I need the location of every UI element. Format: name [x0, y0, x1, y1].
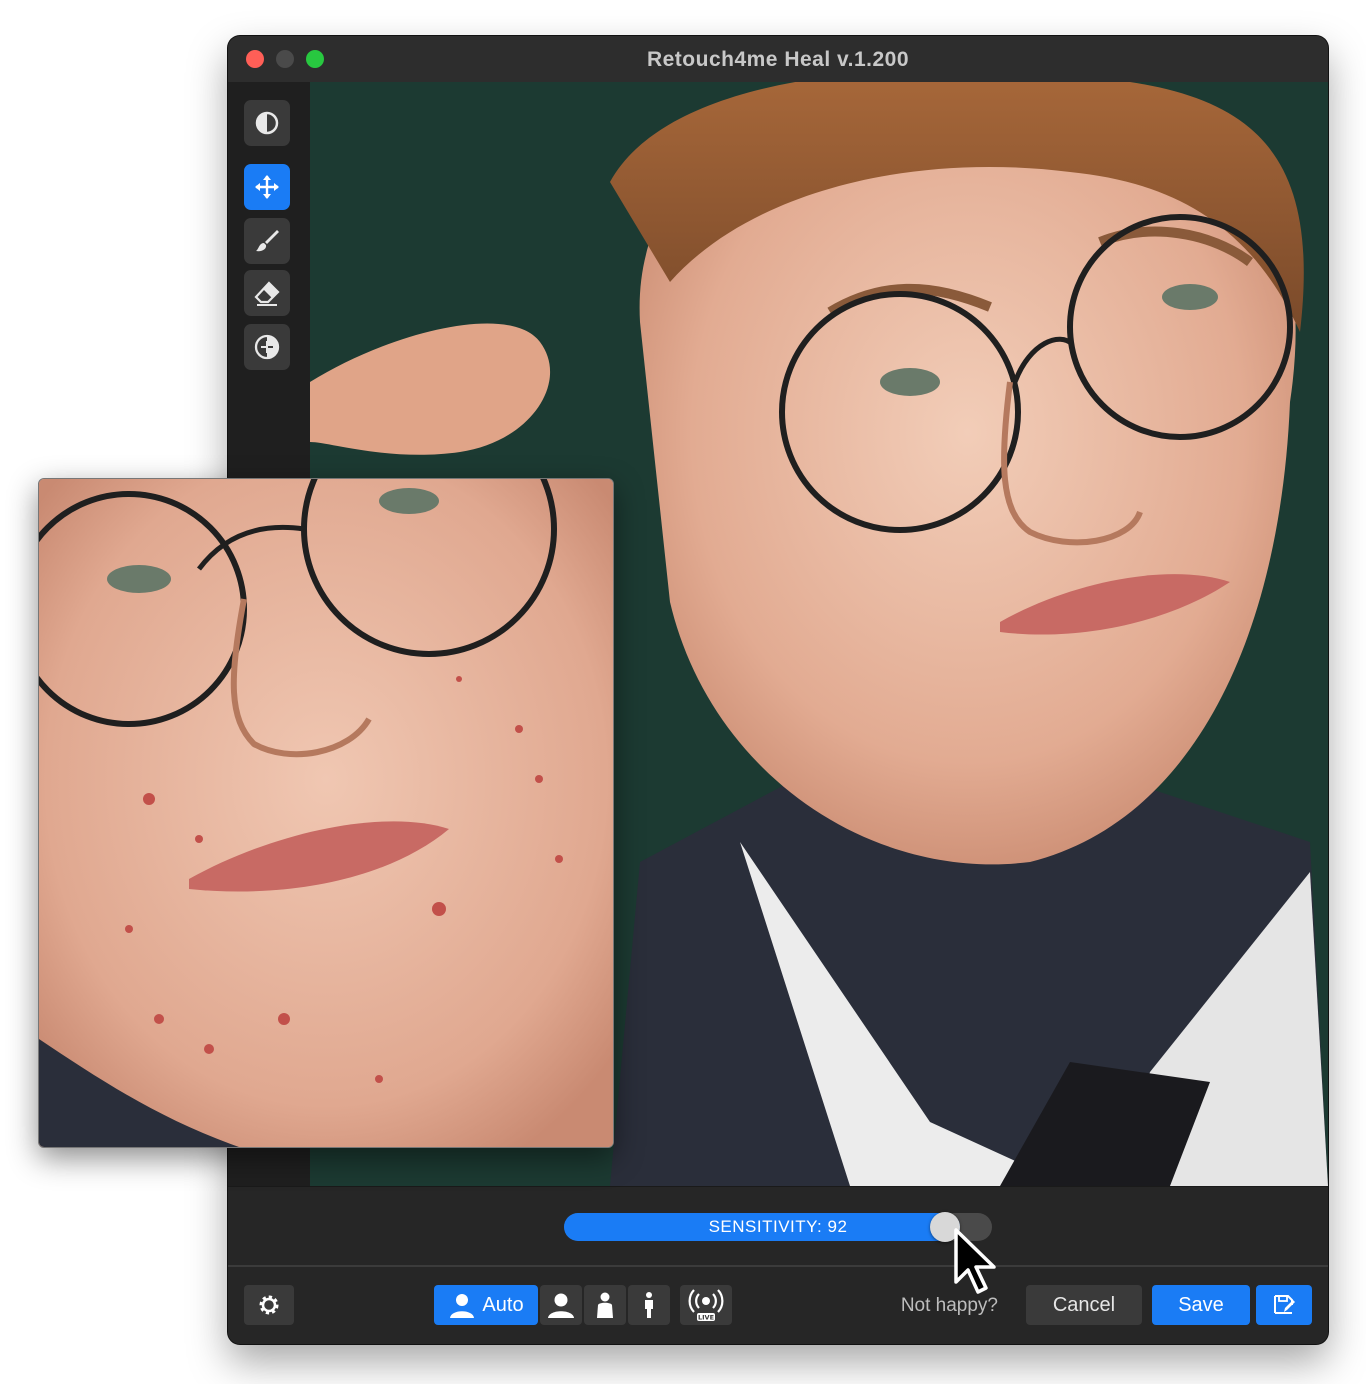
move-tool[interactable]: [244, 164, 290, 210]
compare-circle-icon: [254, 334, 280, 360]
sensitivity-slider-fill: [564, 1213, 961, 1241]
original-portrait-image: [39, 479, 613, 1147]
mode-full-body-button[interactable]: [628, 1285, 670, 1325]
half-circle-icon: [255, 111, 279, 135]
head-shoulders-icon: [548, 1293, 574, 1318]
compare-tool[interactable]: [244, 324, 290, 370]
cancel-button[interactable]: Cancel: [1026, 1285, 1142, 1325]
person-icon: [450, 1294, 475, 1318]
mode-portrait-button[interactable]: [540, 1285, 582, 1325]
window-title: Retouch4me Heal v.1.200: [646, 48, 910, 71]
half-body-icon: [597, 1292, 613, 1318]
brush-icon: [256, 230, 279, 252]
bottom-panel: SENSITIVITY: 92 Auto LIVE Not happy? Can…: [228, 1186, 1328, 1344]
title-bar[interactable]: Retouch4me Heal v.1.200: [228, 36, 1328, 83]
sensitivity-slider[interactable]: SENSITIVITY: 92: [564, 1212, 992, 1242]
gear-icon: [259, 1295, 279, 1315]
before-after-tool[interactable]: [244, 100, 290, 146]
mode-auto-button[interactable]: Auto: [434, 1285, 538, 1325]
panel-divider: [228, 1265, 1328, 1267]
live-broadcast-icon: LIVE: [688, 1289, 724, 1322]
eraser-icon: [254, 281, 280, 306]
mode-half-body-button[interactable]: [584, 1285, 626, 1325]
save-as-icon: [1274, 1295, 1295, 1314]
mode-live-button[interactable]: LIVE: [680, 1285, 732, 1325]
not-happy-link[interactable]: Not happy?: [888, 1295, 998, 1317]
mode-auto-label: Auto: [482, 1293, 524, 1316]
live-badge: LIVE: [698, 1314, 714, 1322]
settings-button[interactable]: [244, 1285, 294, 1325]
full-body-icon: [645, 1292, 653, 1318]
mouse-cursor-icon: [954, 1228, 996, 1294]
move-arrows-icon: [255, 175, 279, 199]
brush-tool[interactable]: [244, 218, 290, 264]
save-button[interactable]: Save: [1152, 1285, 1250, 1325]
save-as-button[interactable]: [1256, 1285, 1312, 1325]
eraser-tool[interactable]: [244, 270, 290, 316]
before-preview-inset: [38, 478, 614, 1148]
